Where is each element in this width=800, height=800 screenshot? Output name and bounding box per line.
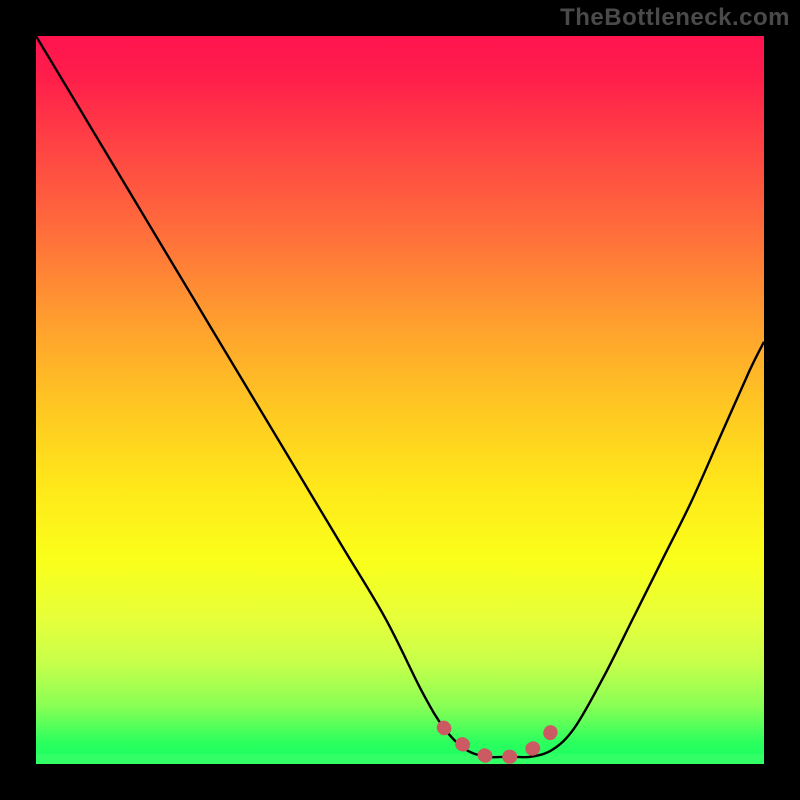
watermark-text: TheBottleneck.com [560, 4, 790, 32]
curve-layer [36, 36, 764, 764]
trough-marker [444, 728, 553, 757]
chart-frame: TheBottleneck.com [0, 0, 800, 800]
plot-area [36, 36, 764, 764]
bottleneck-curve [36, 36, 764, 757]
